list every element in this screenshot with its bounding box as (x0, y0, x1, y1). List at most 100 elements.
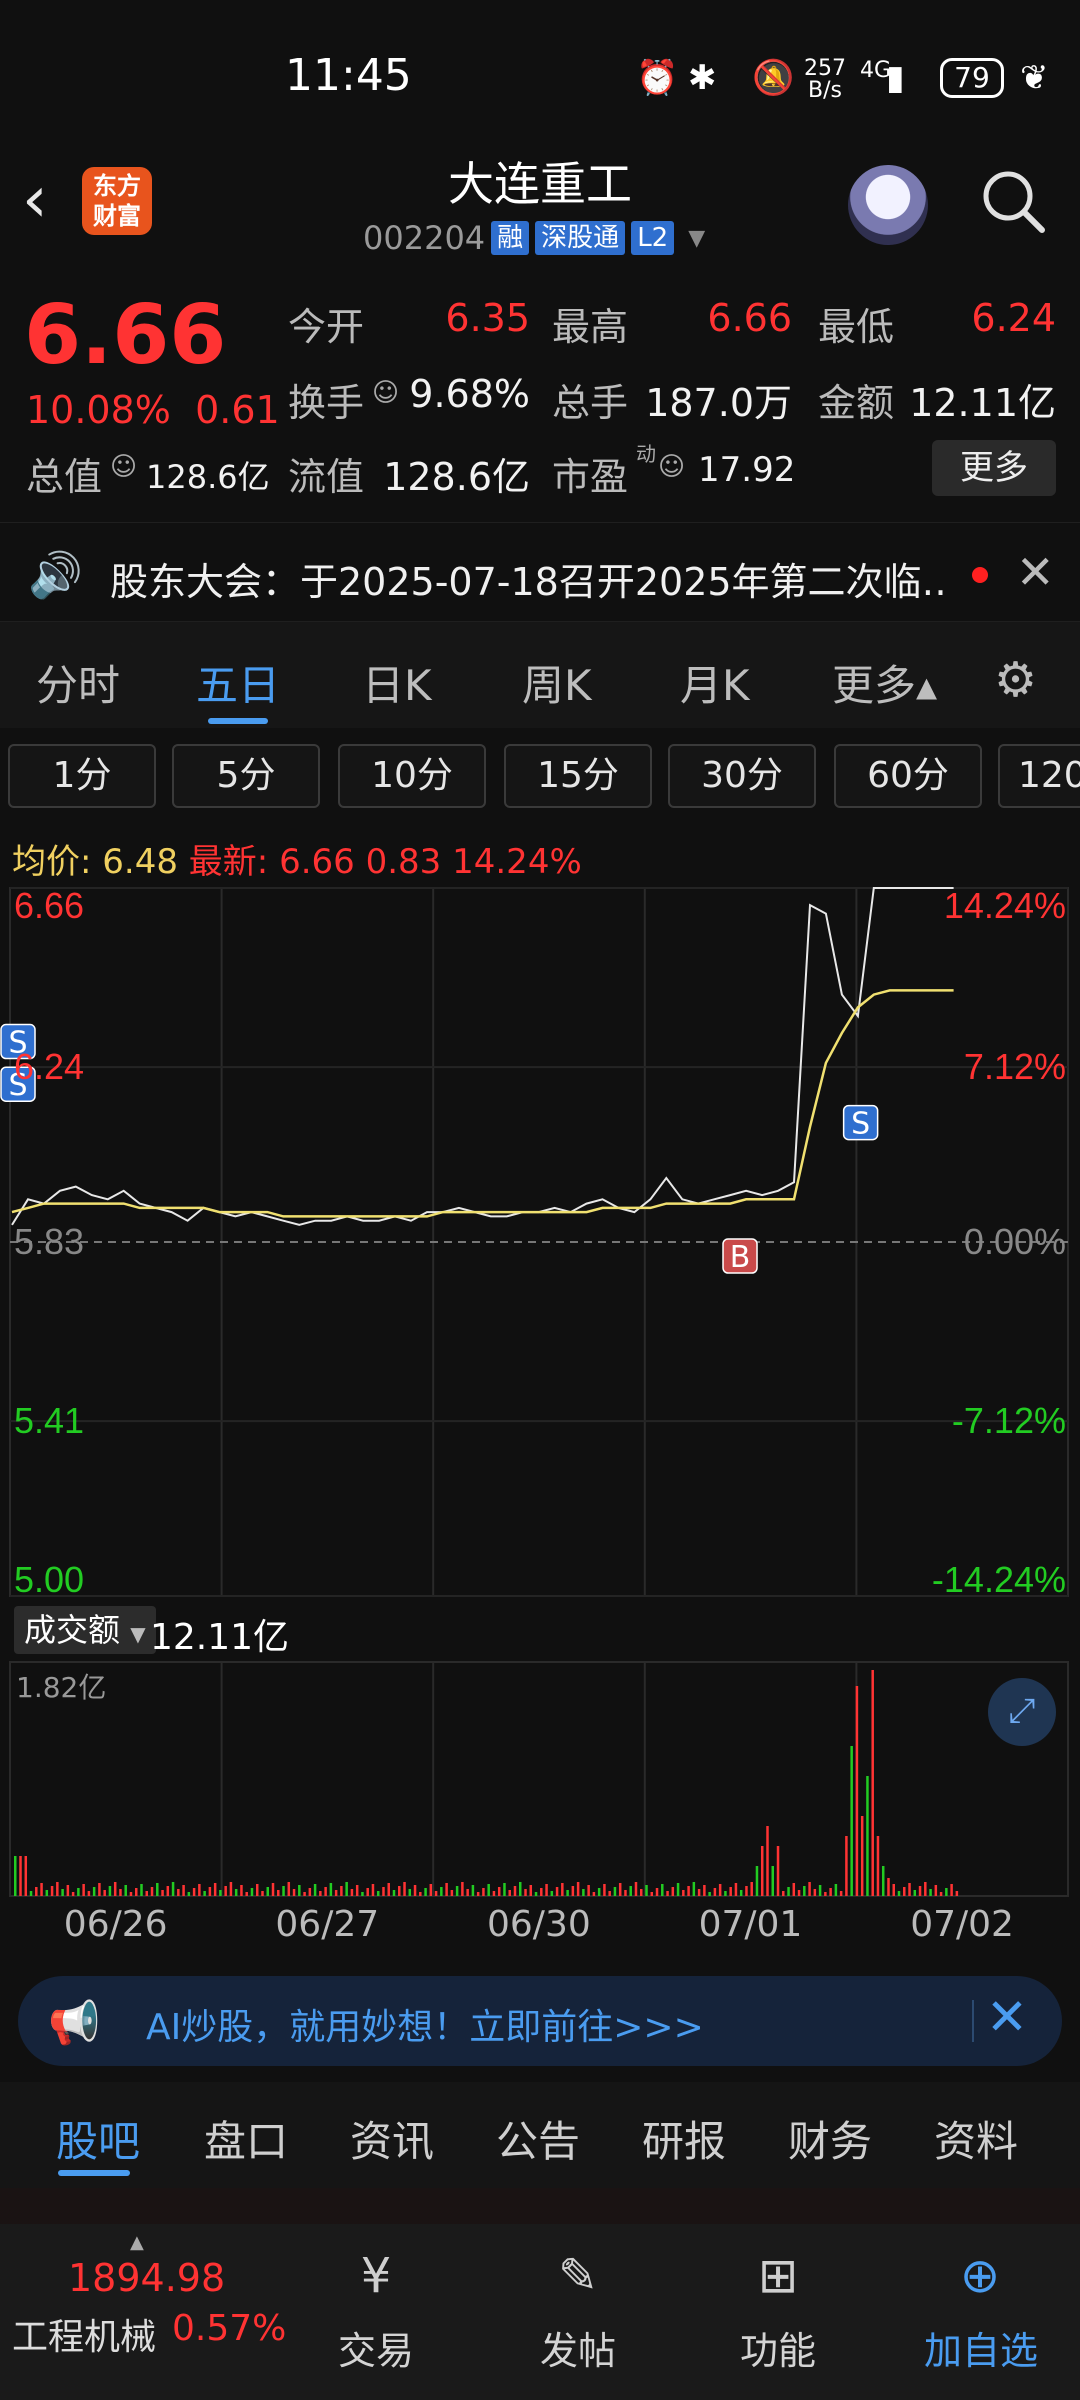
avg-price-line (11, 989, 954, 1218)
latest-change: 0.83 (365, 842, 442, 882)
volume-bar (134, 1888, 138, 1896)
info-icon[interactable]: ☺ (658, 452, 685, 482)
volume-bar (524, 1889, 527, 1896)
volume-bar (755, 1866, 759, 1896)
period-120min[interactable]: 120 (998, 744, 1080, 808)
chevron-up-icon[interactable]: ▲ (130, 2232, 144, 2253)
volume-bar (839, 1891, 843, 1896)
tab-intraday[interactable]: 分时 (36, 652, 120, 713)
volume-bar (287, 1882, 291, 1896)
nav-add-watchlist[interactable]: 加自选 (924, 2320, 1038, 2375)
tab-monthly-k[interactable]: 月K (680, 652, 750, 713)
info-icon[interactable]: ☺ (372, 378, 399, 408)
volume-bar (881, 1866, 885, 1896)
volume-bar (87, 1891, 91, 1896)
tab-daily-k[interactable]: 日K (362, 652, 432, 713)
info-icon[interactable]: ☺ (110, 452, 137, 482)
volume-pane-frame (9, 1661, 1069, 1897)
sector-index-pct[interactable]: 0.57% (172, 2308, 286, 2349)
current-price: 6.66 (24, 288, 227, 383)
volume-bar (103, 1890, 106, 1896)
net-speed: 257 B/s (804, 56, 846, 103)
tab-more[interactable]: 更多▴ (832, 652, 937, 713)
low-label: 最低 (818, 305, 895, 349)
sector-index-value[interactable]: 1894.98 (68, 2256, 225, 2300)
notice-bar[interactable]: 🔊 股东大会：于2025-07-18召开2025年第二次临… ✕ (0, 522, 1080, 622)
y-left-tick: 5.41 (14, 1400, 84, 1441)
trade-icon[interactable]: ¥ (344, 2246, 408, 2306)
banner-text[interactable]: AI炒股，就用妙想！立即前往>>> (146, 1998, 704, 2050)
assistant-robot-icon[interactable] (848, 165, 928, 245)
volume-metric-dropdown[interactable]: 成交额 ▼ (14, 1606, 156, 1654)
volume-bar (624, 1890, 627, 1896)
chart-grid (9, 887, 1069, 1897)
nav-functions[interactable]: 功能 (740, 2320, 816, 2375)
ai-banner[interactable]: 📢 AI炒股，就用妙想！立即前往>>> ✕ (18, 1976, 1062, 2066)
tab-five-day[interactable]: 五日 (196, 652, 280, 713)
chevron-down-icon[interactable]: ▼ (688, 226, 705, 251)
volume-bar (697, 1889, 701, 1896)
tab-orderbook[interactable]: 盘口 (204, 2108, 288, 2169)
period-10min[interactable]: 10分 (338, 744, 486, 808)
period-5min[interactable]: 5分 (172, 744, 320, 808)
volume-bar (645, 1885, 648, 1896)
volume-bar (734, 1883, 738, 1896)
stock-subtitle[interactable]: 002204 融 深股通 L2 ▼ (363, 218, 705, 258)
y-right-tick: 7.12% (964, 1046, 1066, 1087)
grid-icon[interactable]: ⊞ (746, 2246, 810, 2306)
low-value: 6.24 (971, 296, 1056, 340)
volume-bar (508, 1890, 511, 1896)
close-icon[interactable]: ✕ (986, 1988, 1028, 2046)
period-60min[interactable]: 60分 (834, 744, 982, 808)
tab-news[interactable]: 资讯 (350, 2108, 434, 2169)
volume-bar (503, 1883, 506, 1896)
volume-bar (908, 1883, 911, 1896)
volume-bar (292, 1889, 296, 1896)
five-day-chart[interactable]: SSBS 6.66 14.24%6.24 7.12%5.83 0.00%5.41 -7.… (0, 880, 1080, 1960)
tag-connect: 深股通 (535, 221, 626, 255)
volume-bar (266, 1887, 270, 1896)
volume-bar (92, 1887, 96, 1896)
mute-icon: 🔕 (752, 58, 795, 98)
tab-announcements[interactable]: 公告 (496, 2108, 580, 2169)
price-line (11, 887, 954, 1226)
more-quote-button[interactable]: 更多 (932, 440, 1056, 496)
period-1min[interactable]: 1分 (8, 744, 156, 808)
volume-bar (424, 1888, 427, 1896)
nav-trade[interactable]: 交易 (338, 2320, 414, 2375)
volume-bar (355, 1885, 359, 1896)
volume-bar (866, 1776, 869, 1896)
tab-profile[interactable]: 资料 (934, 2108, 1018, 2169)
volume-bar (24, 1856, 28, 1896)
volume-bar (482, 1888, 485, 1896)
add-circle-icon[interactable]: ⊕ (948, 2246, 1012, 2306)
post-edit-icon[interactable]: ✎ (546, 2246, 610, 2306)
period-30min[interactable]: 30分 (668, 744, 816, 808)
volume-bar (476, 1892, 480, 1896)
volume-bar (692, 1882, 696, 1896)
nav-post[interactable]: 发帖 (540, 2320, 616, 2375)
sector-index-name[interactable]: 工程机械 (12, 2308, 156, 2360)
tab-research[interactable]: 研报 (642, 2108, 726, 2169)
volume-bar (634, 1882, 638, 1896)
volume-bar (571, 1886, 575, 1896)
tab-weekly-k[interactable]: 周K (522, 652, 592, 713)
search-icon[interactable] (980, 168, 1046, 234)
volume-bar (387, 1883, 390, 1896)
clock: 11:45 (285, 50, 412, 101)
period-15min[interactable]: 15分 (504, 744, 652, 808)
notice-text[interactable]: 股东大会：于2025-07-18召开2025年第二次临… (110, 551, 950, 606)
volume-bar (45, 1890, 49, 1896)
close-icon[interactable]: ✕ (1016, 545, 1055, 599)
volume-bar (303, 1892, 306, 1896)
tab-forum[interactable]: 股吧 (56, 2108, 140, 2169)
volume-bar (14, 1856, 17, 1896)
volume-bar (519, 1882, 522, 1896)
tab-financials[interactable]: 财务 (788, 2108, 872, 2169)
gear-icon[interactable]: ⚙ (994, 652, 1037, 708)
volume-bar (408, 1889, 412, 1896)
volume-bar (713, 1888, 717, 1896)
expand-icon[interactable]: ⤢ (988, 1678, 1056, 1746)
volume-bar (897, 1891, 901, 1896)
volume-bar (818, 1885, 822, 1896)
